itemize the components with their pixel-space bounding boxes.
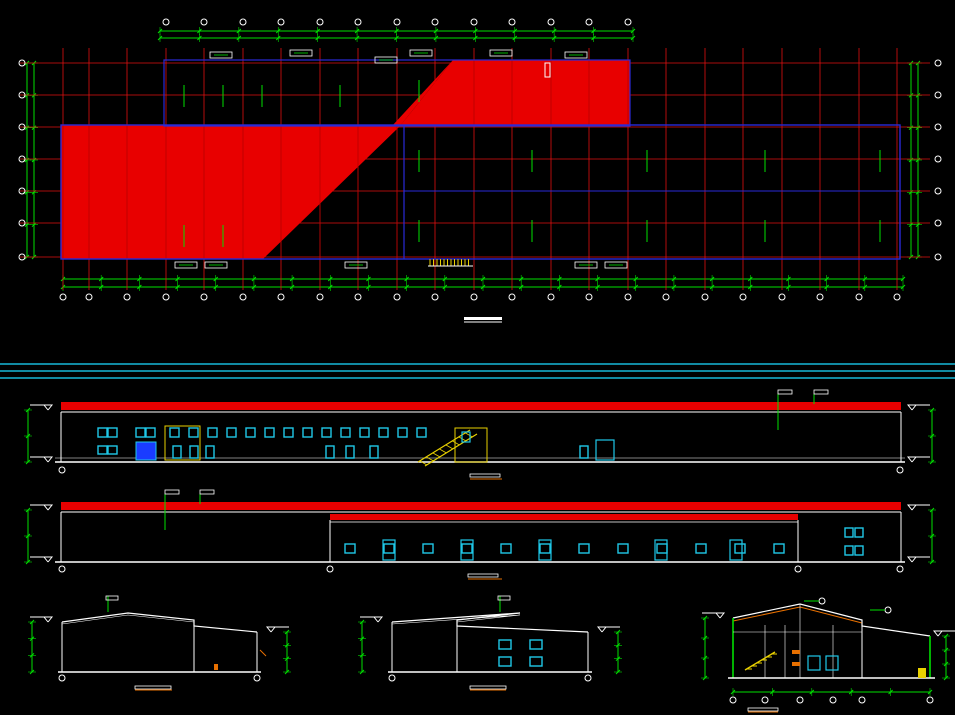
roof-zone-left bbox=[61, 125, 263, 259]
roof-band bbox=[61, 502, 901, 510]
roof-band bbox=[61, 402, 901, 410]
lower-roof-band bbox=[330, 514, 798, 520]
elevation-door bbox=[135, 441, 157, 461]
detail-mark bbox=[792, 662, 800, 666]
equipment-block bbox=[918, 668, 926, 678]
caption-underline bbox=[464, 317, 502, 320]
detail-mark bbox=[214, 664, 218, 670]
cad-drawing-sheet bbox=[0, 0, 955, 715]
detail-mark bbox=[792, 650, 800, 654]
